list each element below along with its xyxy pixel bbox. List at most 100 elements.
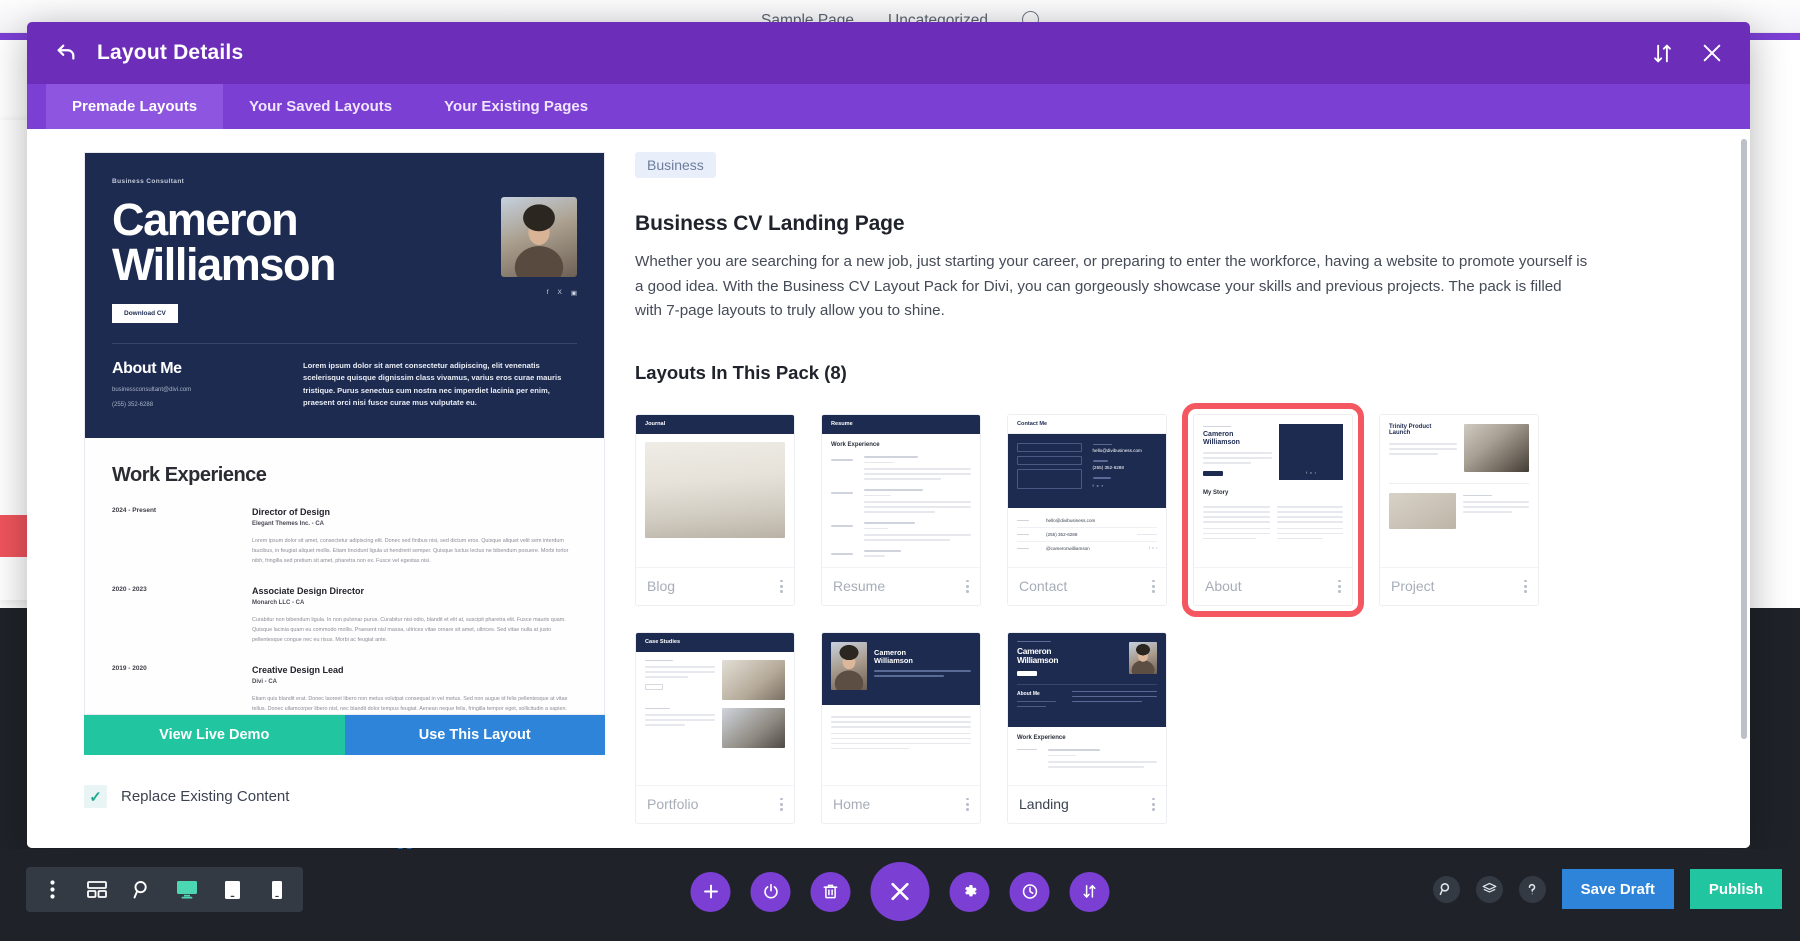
thumb-contact-third: @cameronwilliamson	[1046, 546, 1142, 551]
preview-action-buttons: View Live Demo Use This Layout	[84, 715, 605, 755]
x-twitter-icon: X	[558, 289, 562, 297]
preview-download-cv-button: Download CV	[112, 304, 178, 323]
add-icon[interactable]	[691, 872, 731, 912]
preview-job-entry: 2020 - 2023 Associate Design Director Mo…	[112, 586, 577, 645]
power-icon[interactable]	[751, 872, 791, 912]
layers-icon[interactable]	[1476, 876, 1503, 903]
replace-content-checkbox[interactable]: ✓	[84, 785, 107, 808]
search-icon[interactable]	[1433, 876, 1460, 903]
instagram-icon: ▣	[571, 289, 577, 297]
thumb-landing-about: About Me	[1017, 691, 1065, 697]
pack-description: Whether you are searching for a new job,…	[635, 250, 1590, 324]
wireframe-grid-icon[interactable]	[87, 880, 107, 900]
more-options-icon[interactable]	[780, 580, 783, 594]
more-options-icon[interactable]	[1338, 580, 1341, 594]
history-clock-icon[interactable]	[1010, 872, 1050, 912]
more-options-icon[interactable]	[966, 580, 969, 594]
layout-card-name: Blog	[647, 578, 675, 594]
builder-right-tools: Save Draft Publish	[1433, 869, 1782, 909]
layout-card-name: Resume	[833, 578, 885, 594]
preview-hero-section: Business Consultant Cameron Williamson D…	[85, 153, 604, 438]
help-icon[interactable]	[1519, 876, 1546, 903]
layout-card-name: About	[1205, 578, 1242, 594]
thumb-contact-phone: (255) 352-6288	[1093, 465, 1158, 470]
view-live-demo-button[interactable]: View Live Demo	[84, 715, 345, 755]
tab-your-existing-pages[interactable]: Your Existing Pages	[418, 84, 614, 129]
layout-thumbnail: Cameron Williamson About Me	[1008, 633, 1166, 785]
preview-social-icons: f X ▣	[547, 289, 577, 297]
layout-details-modal: Layout Details Premade Layouts Your Save…	[27, 22, 1750, 848]
preview-about-title: About Me	[112, 360, 277, 378]
thumb-project-title2: Launch	[1389, 430, 1457, 437]
facebook-icon: f	[547, 289, 549, 297]
more-options-icon[interactable]	[780, 798, 783, 812]
close-icon[interactable]	[1700, 41, 1724, 65]
layout-card-name: Portfolio	[647, 796, 698, 812]
category-badge[interactable]: Business	[635, 152, 716, 178]
phone-view-icon[interactable]	[267, 880, 287, 900]
layout-card-blog[interactable]: Journal Blog	[635, 414, 795, 606]
thumb-header-text: Contact Me	[1017, 421, 1047, 427]
close-menu-icon[interactable]	[871, 862, 930, 921]
tab-premade-layouts[interactable]: Premade Layouts	[46, 84, 223, 129]
detail-scrollbar[interactable]	[1741, 139, 1747, 739]
preview-divider	[112, 343, 577, 344]
job-date: 2019 - 2020	[112, 665, 230, 715]
layout-card-landing[interactable]: Cameron Williamson About Me	[1007, 632, 1167, 824]
thumb-section-title: Work Experience	[831, 442, 971, 448]
layout-thumbnail: Journal	[636, 415, 794, 567]
layouts-grid: Journal Blog Resume Wor	[635, 414, 1710, 824]
publish-button[interactable]: Publish	[1690, 869, 1782, 909]
more-vertical-icon[interactable]	[42, 880, 62, 900]
thumb-about-name1: Cameron	[1203, 431, 1272, 438]
layout-thumbnail: Case Studies	[636, 633, 794, 785]
layout-card-project[interactable]: Trinity Product Launch	[1379, 414, 1539, 606]
layout-thumbnail: Contact Me hello@divibusine	[1008, 415, 1166, 567]
modal-body: Business Consultant Cameron Williamson D…	[27, 129, 1750, 848]
save-draft-button[interactable]: Save Draft	[1562, 869, 1674, 909]
builder-action-buttons	[691, 862, 1110, 921]
layout-card-about[interactable]: Cameron Williamson fx▪	[1193, 414, 1353, 606]
layout-card-resume[interactable]: Resume Work Experience	[821, 414, 981, 606]
layout-thumbnail: Trinity Product Launch	[1380, 415, 1538, 567]
sort-updown-icon[interactable]	[1070, 872, 1110, 912]
preview-portrait-photo	[501, 197, 577, 277]
more-options-icon[interactable]	[1524, 580, 1527, 594]
sort-updown-icon[interactable]	[1650, 41, 1674, 65]
back-arrow-icon[interactable]	[53, 40, 79, 66]
job-company: Elegant Themes Inc. - CA	[252, 521, 577, 527]
pack-title: Business CV Landing Page	[635, 212, 1710, 236]
more-options-icon[interactable]	[966, 798, 969, 812]
preview-about-email: businessconsultant@divi.com	[112, 387, 277, 393]
thumb-home-name2: Williamson	[874, 657, 971, 665]
job-role: Associate Design Director	[252, 586, 577, 596]
job-description: Lorem ipsum dolor sit amet, consectetur …	[252, 536, 577, 566]
use-this-layout-button[interactable]: Use This Layout	[345, 715, 606, 755]
layout-card-name: Project	[1391, 578, 1435, 594]
replace-existing-content-row[interactable]: ✓ Replace Existing Content	[84, 785, 605, 808]
more-options-icon[interactable]	[1152, 798, 1155, 812]
scrollbar-thumb[interactable]	[1741, 139, 1747, 739]
layout-card-name: Landing	[1019, 796, 1069, 812]
layout-thumbnail: Cameron Williamson	[822, 633, 980, 785]
preview-job-entry: 2019 - 2020 Creative Design Lead Divi - …	[112, 665, 577, 715]
layout-card-portfolio[interactable]: Case Studies	[635, 632, 795, 824]
job-date: 2024 - Present	[112, 507, 230, 566]
preview-about-section: About Me businessconsultant@divi.com (25…	[112, 360, 577, 409]
thumb-contact-phone2: (255) 352-6288	[1046, 532, 1130, 537]
job-company: Monarch LLC - CA	[252, 600, 577, 606]
tab-your-saved-layouts[interactable]: Your Saved Layouts	[223, 84, 418, 129]
layout-card-contact[interactable]: Contact Me hello@divibusine	[1007, 414, 1167, 606]
layout-card-home[interactable]: Cameron Williamson	[821, 632, 981, 824]
modal-header: Layout Details	[27, 22, 1750, 84]
trash-icon[interactable]	[811, 872, 851, 912]
preview-about-phone: (255) 352-6288	[112, 402, 277, 408]
more-options-icon[interactable]	[1152, 580, 1155, 594]
layout-preview-column: Business Consultant Cameron Williamson D…	[27, 129, 605, 848]
layout-card-name: Home	[833, 796, 870, 812]
job-company: Divi - CA	[252, 679, 577, 685]
zoom-out-icon[interactable]	[132, 880, 152, 900]
tablet-view-icon[interactable]	[222, 880, 242, 900]
gear-icon[interactable]	[950, 872, 990, 912]
desktop-view-icon[interactable]	[177, 880, 197, 900]
